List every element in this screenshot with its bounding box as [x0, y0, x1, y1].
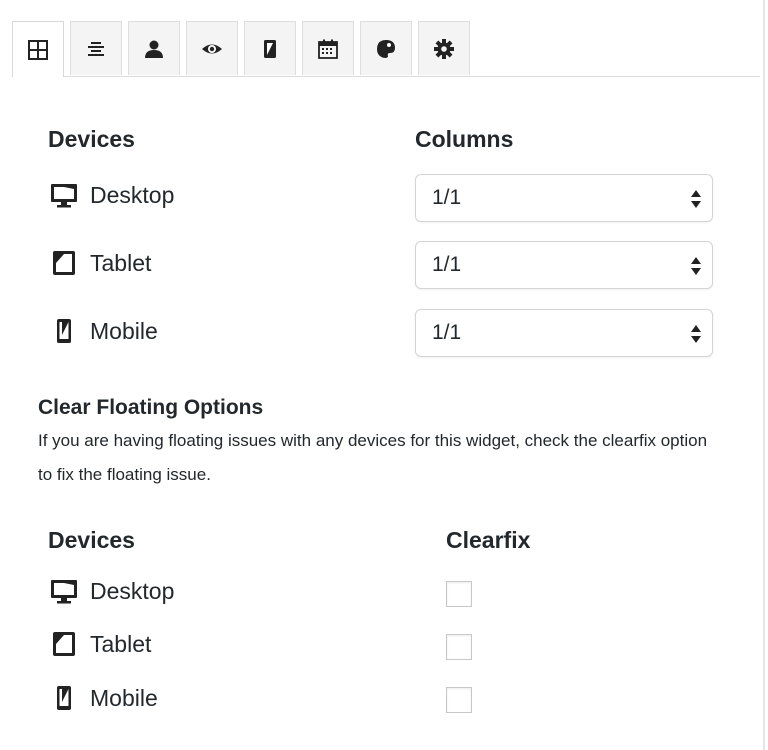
device-row-desktop: Desktop: [50, 181, 174, 209]
select-arrows-icon: [691, 190, 701, 208]
mobile-icon: [57, 319, 71, 343]
tablet-icon: [53, 251, 75, 275]
devices-heading: Devices: [48, 126, 135, 152]
desktop-clearfix-checkbox[interactable]: [446, 581, 472, 607]
device-label: Tablet: [90, 249, 152, 276]
settings-tab-bar: [12, 21, 760, 77]
tab-settings[interactable]: [418, 21, 470, 75]
mobile-columns-select[interactable]: 1/1: [415, 309, 713, 357]
clear-floating-description: If you are having floating issues with a…: [38, 431, 708, 484]
tab-layout[interactable]: [12, 21, 64, 77]
columns-heading: Columns: [415, 126, 514, 152]
device-label: Mobile: [90, 317, 158, 344]
desktop-icon: [51, 184, 77, 208]
palette-icon: [377, 39, 395, 58]
panel-right-border: [763, 0, 765, 750]
grid-icon: [28, 39, 48, 60]
select-arrows-icon: [691, 325, 701, 343]
tablet-clearfix-checkbox[interactable]: [446, 634, 472, 660]
tablet-columns-select[interactable]: 1/1: [415, 241, 713, 289]
clearfix-heading: Clearfix: [446, 527, 531, 553]
tab-schedule[interactable]: [302, 21, 354, 75]
tab-user[interactable]: [128, 21, 180, 75]
mobile-icon: [57, 686, 71, 710]
desktop-columns-select[interactable]: 1/1: [415, 174, 713, 222]
device-label: Tablet: [90, 630, 152, 657]
clearfix-row-desktop: Desktop: [50, 577, 174, 605]
user-icon: [145, 40, 163, 58]
tab-alignment[interactable]: [70, 21, 122, 75]
select-arrows-icon: [691, 257, 701, 275]
select-value: 1/1: [432, 186, 462, 209]
mobile-icon: [264, 39, 276, 58]
gear-icon: [434, 38, 454, 59]
eye-icon: [202, 44, 222, 53]
device-label: Desktop: [90, 181, 175, 208]
clearfix-row-mobile: Mobile: [50, 684, 158, 712]
align-center-icon: [88, 41, 104, 56]
tablet-icon: [53, 632, 75, 656]
clear-floating-title: Clear Floating Options: [38, 396, 264, 419]
calendar-icon: [318, 39, 338, 59]
clearfix-row-tablet: Tablet: [50, 630, 151, 658]
select-value: 1/1: [432, 321, 462, 344]
mobile-clearfix-checkbox[interactable]: [446, 687, 472, 713]
devices-heading: Devices: [48, 527, 135, 553]
tab-responsive[interactable]: [244, 21, 296, 75]
tab-style[interactable]: [360, 21, 412, 75]
select-value: 1/1: [432, 253, 462, 276]
device-row-mobile: Mobile: [50, 317, 158, 345]
device-label: Desktop: [90, 577, 175, 604]
desktop-icon: [51, 580, 77, 604]
tab-visibility[interactable]: [186, 21, 238, 75]
device-row-tablet: Tablet: [50, 249, 151, 277]
device-label: Mobile: [90, 684, 158, 711]
